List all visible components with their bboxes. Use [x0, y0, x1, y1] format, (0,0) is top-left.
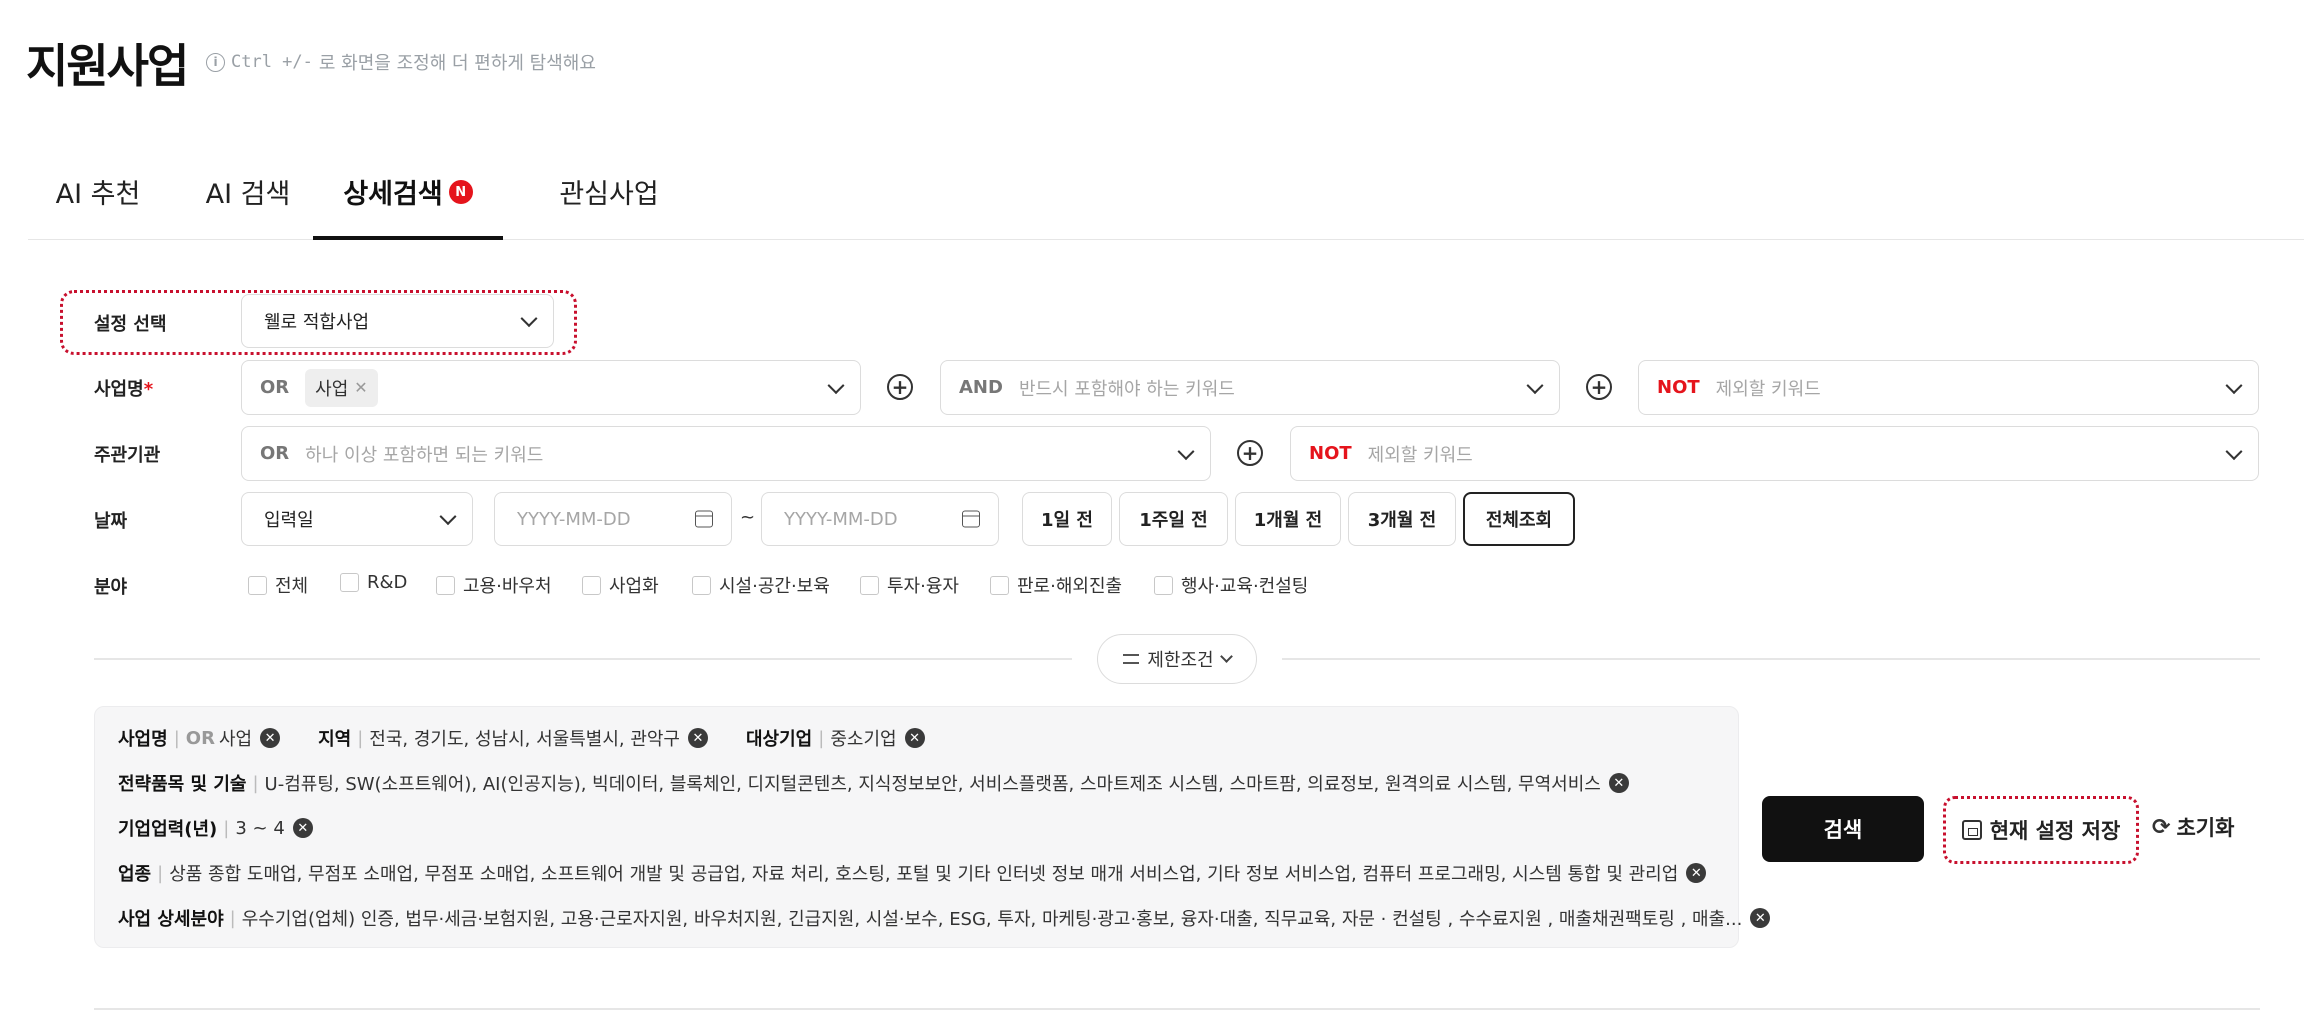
- sliders-icon: [1123, 652, 1140, 666]
- date-preset-3month[interactable]: 3개월 전: [1348, 492, 1456, 546]
- page-title: 지원사업: [26, 39, 189, 93]
- field-checkbox-employment[interactable]: 고용·바우처: [436, 572, 552, 598]
- checkbox-icon[interactable]: [340, 573, 359, 592]
- date-preset-1week[interactable]: 1주일 전: [1119, 492, 1228, 546]
- tab-ai-recommend[interactable]: AI 추천: [28, 172, 168, 240]
- checkbox-icon[interactable]: [248, 575, 267, 595]
- zoom-hint: i Ctrl +/- 로 화면을 조정해 더 편하게 탐색해요: [206, 49, 596, 75]
- field-checkbox-rnd[interactable]: R&D: [340, 572, 407, 593]
- field-checkbox-all[interactable]: 전체: [248, 572, 308, 598]
- organizer-label: 주관기관: [94, 445, 161, 466]
- save-settings-button[interactable]: 현재 설정 저장: [1943, 796, 2139, 864]
- chevron-down-icon: [520, 310, 538, 328]
- chevron-down-icon: [827, 376, 845, 394]
- summary-row: 업종 | 상품 종합 도매업, 무점포 소매업, 무점포 소매업, 소프트웨어 개발…: [118, 860, 1707, 886]
- checkbox-icon[interactable]: [990, 575, 1009, 595]
- checkbox-icon[interactable]: [1154, 575, 1173, 595]
- setting-select[interactable]: 웰로 적합사업: [241, 294, 554, 348]
- reset-button[interactable]: ⟳ 초기화: [2152, 812, 2234, 842]
- remove-icon[interactable]: ✕: [1750, 908, 1771, 928]
- setting-label: 설정 선택: [94, 314, 167, 335]
- checkbox-icon[interactable]: [860, 575, 879, 595]
- business-name-and-input[interactable]: AND 반드시 포함해야 하는 키워드: [940, 360, 1560, 415]
- save-icon: [1961, 820, 1982, 840]
- remove-icon[interactable]: ✕: [292, 818, 313, 838]
- add-condition-icon[interactable]: +: [1586, 374, 1612, 400]
- business-name-or-input[interactable]: OR 사업 ✕: [241, 360, 861, 415]
- divider: [94, 658, 1072, 660]
- field-label: 분야: [94, 577, 128, 598]
- search-button[interactable]: 검색: [1762, 796, 1924, 862]
- tab-detail-search[interactable]: 상세검색 N: [313, 172, 503, 240]
- tab-bar: AI 추천 AI 검색 상세검색 N 관심사업: [28, 160, 2304, 240]
- field-checkbox-facility[interactable]: 시설·공간·보육: [692, 572, 830, 598]
- summary-row: 사업 상세분야 | 우수기업(업체) 인증, 법무·세금·보험지원, 고용·근로자지…: [118, 905, 1771, 931]
- business-name-not-input[interactable]: NOT 제외할 키워드: [1638, 360, 2259, 415]
- remove-icon[interactable]: ✕: [260, 728, 281, 748]
- date-type-select[interactable]: 입력일: [241, 492, 473, 546]
- info-icon: i: [206, 52, 225, 72]
- chevron-down-icon: [1526, 376, 1544, 394]
- keyword-chip: 사업 ✕: [305, 368, 378, 407]
- date-range-tilde: ~: [740, 507, 756, 528]
- add-condition-icon[interactable]: +: [1237, 440, 1263, 466]
- field-checkbox-event[interactable]: 행사·교육·컨설팅: [1154, 572, 1308, 598]
- chevron-down-icon: [1219, 649, 1233, 663]
- field-checkbox-investment[interactable]: 투자·융자: [860, 572, 959, 598]
- start-date-input[interactable]: YYYY-MM-DD: [494, 492, 732, 546]
- remove-icon[interactable]: ✕: [688, 728, 708, 748]
- calendar-icon[interactable]: [695, 510, 713, 528]
- chevron-down-icon: [2225, 376, 2243, 394]
- add-condition-icon[interactable]: +: [887, 374, 913, 400]
- chevron-down-icon: [1177, 442, 1195, 460]
- date-preset-all[interactable]: 전체조회: [1463, 492, 1575, 546]
- refresh-icon: ⟳: [2152, 814, 2171, 840]
- remove-icon[interactable]: ✕: [1686, 863, 1707, 883]
- hint-shortcut: Ctrl +/-: [231, 52, 313, 72]
- date-label: 날짜: [94, 511, 128, 532]
- remove-icon[interactable]: ✕: [1608, 773, 1629, 793]
- remove-icon[interactable]: ✕: [904, 728, 925, 748]
- organizer-not-input[interactable]: NOT 제외할 키워드: [1290, 426, 2259, 481]
- checkbox-icon[interactable]: [582, 575, 601, 595]
- chevron-down-icon: [2225, 442, 2243, 460]
- limit-conditions-button[interactable]: 제한조건: [1097, 634, 1257, 684]
- business-name-label: 사업명*: [94, 379, 154, 400]
- date-preset-1day[interactable]: 1일 전: [1022, 492, 1112, 546]
- hint-text: 로 화면을 조정해 더 편하게 탐색해요: [318, 53, 596, 74]
- close-icon[interactable]: ✕: [354, 378, 367, 397]
- divider: [1282, 658, 2260, 660]
- date-preset-1month[interactable]: 1개월 전: [1235, 492, 1341, 546]
- tab-interest[interactable]: 관심사업: [516, 172, 702, 240]
- divider: [94, 1008, 2260, 1010]
- organizer-or-input[interactable]: OR 하나 이상 포함하면 되는 키워드: [241, 426, 1211, 481]
- checkbox-icon[interactable]: [692, 575, 711, 595]
- field-checkbox-commercialization[interactable]: 사업화: [582, 572, 659, 598]
- chevron-down-icon: [439, 508, 457, 526]
- field-checkbox-export[interactable]: 판로·해외진출: [990, 572, 1122, 598]
- end-date-input[interactable]: YYYY-MM-DD: [761, 492, 999, 546]
- new-badge: N: [448, 180, 473, 204]
- calendar-icon[interactable]: [962, 510, 980, 528]
- checkbox-icon[interactable]: [436, 575, 455, 595]
- summary-row: 기업업력(년) | 3 ~ 4 ✕: [118, 815, 313, 841]
- summary-row: 사업명 | OR 사업 ✕ 지역 | 전국, 경기도, 성남시, 서울특별시, 관악구 ✕ 대…: [118, 725, 925, 751]
- tab-ai-search[interactable]: AI 검색: [178, 172, 318, 240]
- summary-row: 전략품목 및 기술 | U-컴퓨팅, SW(소프트웨어), AI(인공지능), 빅데…: [118, 770, 1629, 796]
- condition-summary-panel: 사업명 | OR 사업 ✕ 지역 | 전국, 경기도, 성남시, 서울특별시, 관악구 ✕ 대…: [94, 706, 1771, 948]
